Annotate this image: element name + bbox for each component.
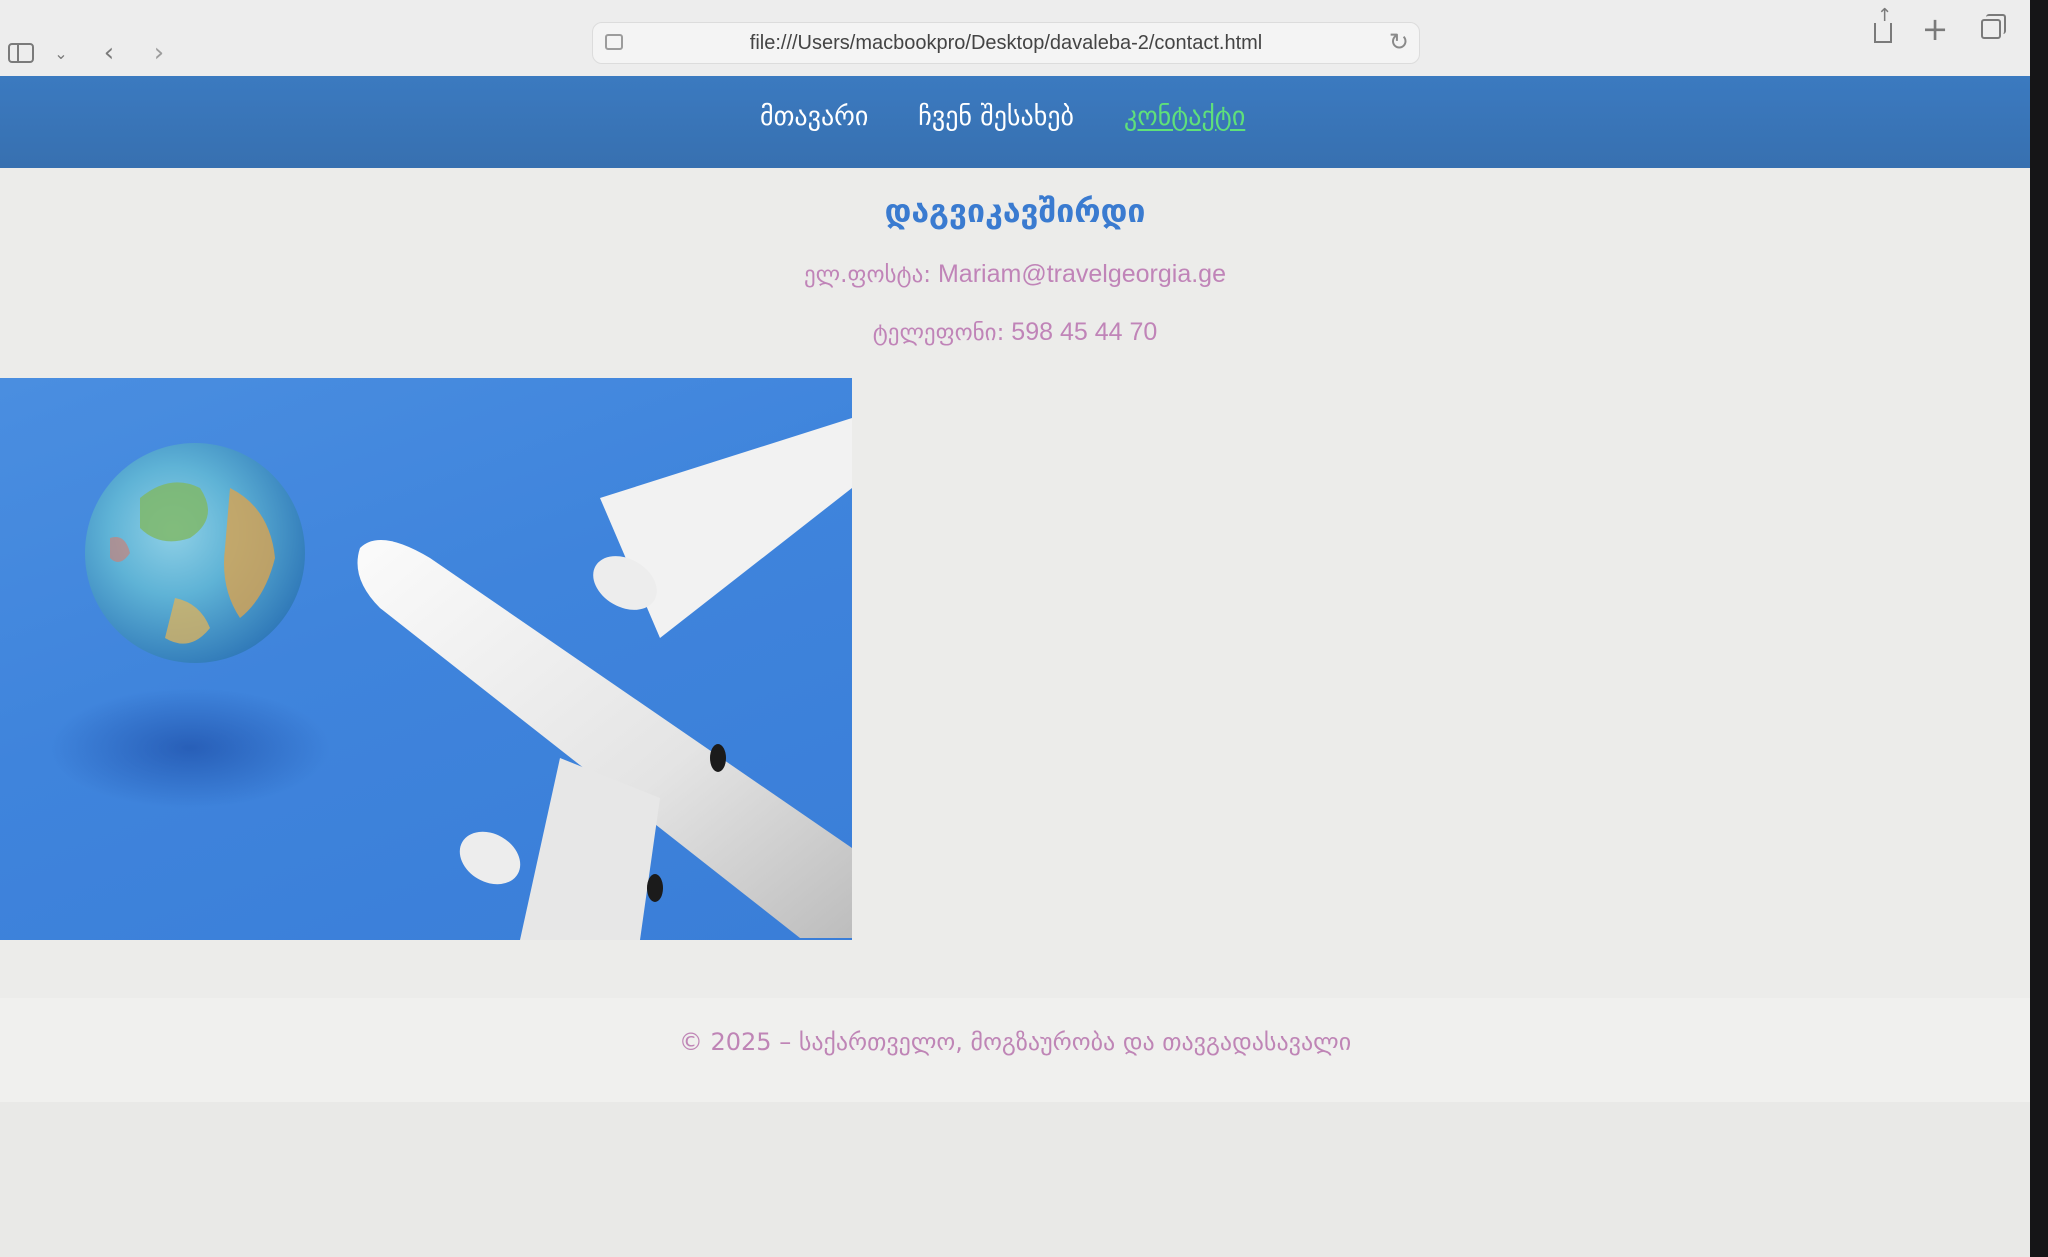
page-bottom xyxy=(0,1102,2030,1257)
nav-link-contact[interactable]: კონტაქტი xyxy=(1124,102,1245,132)
screen-bezel-right xyxy=(2030,0,2048,1257)
sidebar-icon[interactable] xyxy=(6,38,36,68)
email-value: Mariam@travelgeorgia.ge xyxy=(937,260,1226,288)
site-footer: © 2025 – საქართველო, მოგზაურობა და თავგა… xyxy=(0,998,2030,1102)
site-navbar: მთავარი ჩვენ შესახებ კონტაქტი xyxy=(0,76,2030,168)
phone-line: ტელეფონი: 598 45 44 70 xyxy=(0,318,2030,347)
url-text[interactable]: file:///Users/macbookpro/Desktop/davaleb… xyxy=(593,32,1419,55)
reload-icon[interactable]: ↻ xyxy=(1389,28,1409,56)
travel-image xyxy=(0,378,852,940)
footer-text: © 2025 – საქართველო, მოგზაურობა და თავგა… xyxy=(678,1028,1352,1056)
phone-value: 598 45 44 70 xyxy=(1011,318,1158,346)
nav-link-about[interactable]: ჩვენ შესახებ xyxy=(918,102,1074,132)
nav-link-home[interactable]: მთავარი xyxy=(760,102,868,132)
nav-links: მთავარი ჩვენ შესახებ კონტაქტი xyxy=(760,102,1245,132)
chevron-right-icon[interactable]: › xyxy=(144,38,174,68)
email-line: ელ.ფოსტა: Mariam@travelgeorgia.ge xyxy=(0,260,2030,289)
globe-airplane-illustration xyxy=(50,418,852,940)
chevron-left-icon[interactable]: ‹ xyxy=(94,38,124,68)
chevron-down-icon[interactable]: ⌄ xyxy=(46,38,76,68)
main-content: დაგვიკავშირდი ელ.ფოსტა: Mariam@travelgeo… xyxy=(0,168,2030,968)
page-title: დაგვიკავშირდი xyxy=(884,192,1146,230)
email-label: ელ.ფოსტა: xyxy=(804,262,932,288)
phone-label: ტელეფონი: xyxy=(872,320,1005,346)
share-icon[interactable] xyxy=(1868,5,1898,44)
browser-window: ⌄ ‹ › file:///Users/macbookpro/Desktop/d… xyxy=(0,0,2030,1257)
plus-icon[interactable]: + xyxy=(1920,10,1950,48)
tab-overview-icon[interactable] xyxy=(1976,14,2006,44)
address-bar[interactable]: file:///Users/macbookpro/Desktop/davaleb… xyxy=(592,22,1420,64)
